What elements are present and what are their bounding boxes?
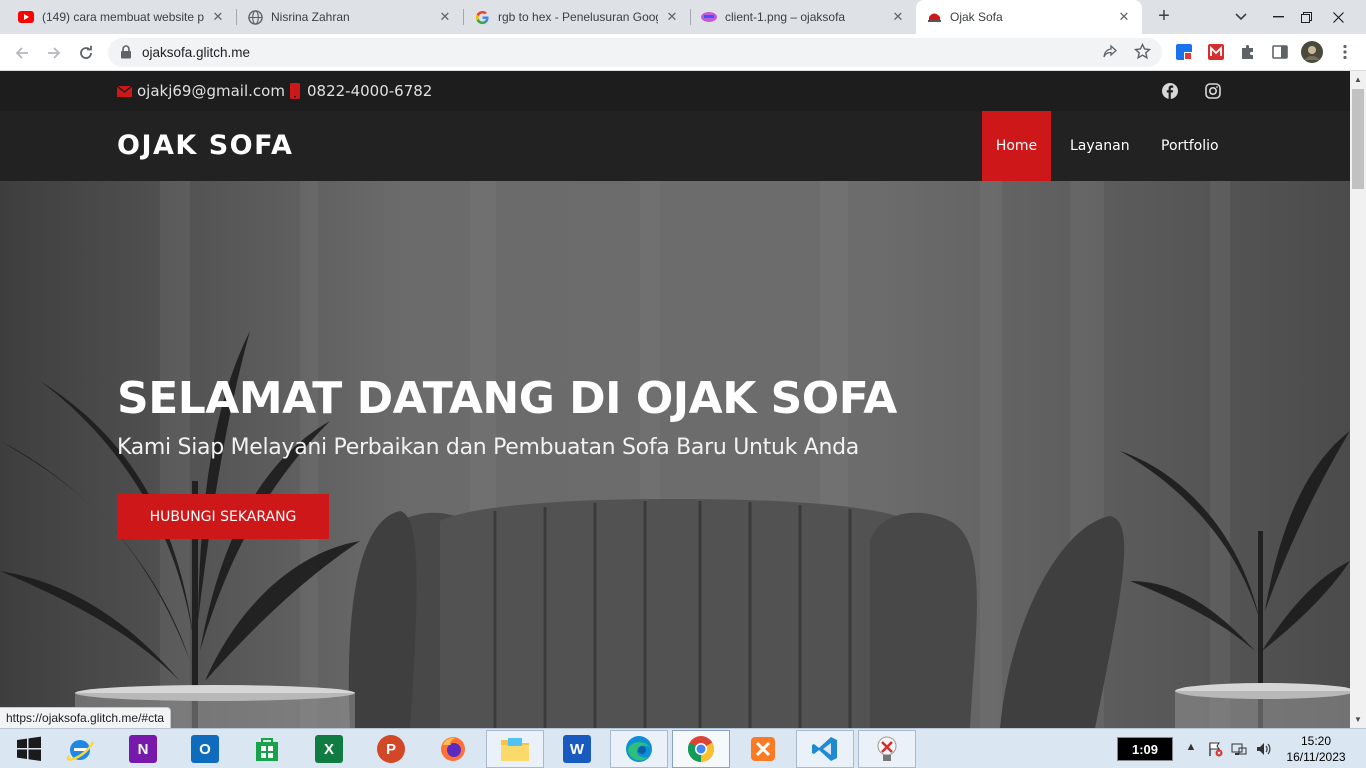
tab-strip: (149) cara membuat website p ✕ Nisrina Z… bbox=[0, 0, 1366, 34]
hero-section: SELAMAT DATANG DI OJAK SOFA Kami Siap Me… bbox=[0, 181, 1350, 728]
tab-title: Ojak Sofa bbox=[950, 10, 1003, 24]
network-icon[interactable] bbox=[1231, 741, 1247, 757]
profile-avatar[interactable] bbox=[1301, 41, 1323, 63]
volume-icon[interactable] bbox=[1255, 741, 1271, 757]
address-bar[interactable]: ojaksofa.glitch.me bbox=[108, 38, 1162, 67]
google-icon bbox=[474, 9, 490, 25]
new-tab-button[interactable]: + bbox=[1152, 5, 1176, 29]
share-icon[interactable] bbox=[1102, 44, 1118, 65]
scroll-down-arrow-icon[interactable]: ▼ bbox=[1354, 715, 1362, 724]
nav-portfolio[interactable]: Portfolio bbox=[1147, 111, 1233, 181]
nav-home-label: Home bbox=[995, 138, 1038, 154]
extension-blue-icon[interactable] bbox=[1175, 43, 1193, 61]
close-tab-icon[interactable]: ✕ bbox=[210, 9, 226, 25]
tab-youtube[interactable]: (149) cara membuat website p ✕ bbox=[8, 0, 236, 34]
bookmark-star-icon[interactable] bbox=[1133, 42, 1152, 65]
scrollbar-thumb[interactable] bbox=[1352, 89, 1364, 189]
edge-icon[interactable] bbox=[610, 730, 668, 768]
hero-title: SELAMAT DATANG DI OJAK SOFA bbox=[117, 373, 897, 424]
phone-icon bbox=[290, 83, 300, 99]
flag-alert-icon[interactable] bbox=[1207, 741, 1223, 757]
excel-icon[interactable]: X bbox=[300, 730, 358, 768]
email-text: ojakj69@gmail.com bbox=[137, 82, 285, 100]
youtube-icon bbox=[18, 9, 34, 25]
contact-topbar: ojakj69@gmail.com 0822-4000-6782 bbox=[0, 71, 1350, 111]
tab-google-search[interactable]: rgb to hex - Penelusuran Goog ✕ bbox=[464, 0, 690, 34]
firefox-icon[interactable] bbox=[424, 730, 482, 768]
reload-button[interactable] bbox=[73, 40, 99, 66]
tab-title: client-1.png – ojaksofa bbox=[725, 10, 846, 24]
clock-time: 15:20 bbox=[1300, 734, 1332, 748]
snipping-tool-icon[interactable] bbox=[858, 730, 916, 768]
side-panel-icon[interactable] bbox=[1271, 43, 1289, 61]
store-icon[interactable] bbox=[238, 730, 296, 768]
sofa-favicon-icon bbox=[926, 9, 942, 25]
chrome-menu-icon[interactable] bbox=[1336, 43, 1354, 61]
site-header: OJAK SOFA Home Layanan Portfolio bbox=[0, 111, 1350, 181]
nav-home[interactable]: Home bbox=[982, 111, 1051, 181]
powerpoint-icon[interactable]: P bbox=[362, 730, 420, 768]
browser-toolbar: ojaksofa.glitch.me bbox=[0, 34, 1366, 71]
nav-layanan-label: Layanan bbox=[1070, 138, 1130, 154]
glitch-icon bbox=[701, 9, 717, 25]
internet-explorer-icon[interactable] bbox=[51, 730, 109, 768]
xampp-icon[interactable] bbox=[734, 730, 792, 768]
page-scrollbar[interactable]: ▲ ▼ bbox=[1350, 71, 1366, 728]
envelope-icon bbox=[117, 85, 132, 97]
scroll-up-arrow-icon[interactable]: ▲ bbox=[1354, 75, 1362, 84]
link-status-bubble: https://ojaksofa.glitch.me/#cta bbox=[0, 707, 172, 728]
nav-layanan[interactable]: Layanan bbox=[1056, 111, 1144, 181]
clock-date: 16/11/2023 bbox=[1286, 750, 1346, 764]
show-hidden-icons-chevron-icon[interactable]: ▲ bbox=[1183, 741, 1199, 757]
instagram-icon[interactable] bbox=[1205, 83, 1221, 99]
vscode-icon[interactable] bbox=[796, 730, 854, 768]
close-tab-icon[interactable]: ✕ bbox=[890, 9, 906, 25]
phone-text: 0822-4000-6782 bbox=[307, 82, 433, 100]
timer-widget[interactable]: 1:09 bbox=[1117, 737, 1173, 761]
lock-icon[interactable] bbox=[120, 45, 132, 64]
extensions-puzzle-icon[interactable] bbox=[1239, 43, 1257, 61]
facebook-icon[interactable] bbox=[1162, 83, 1178, 99]
outlook-icon[interactable]: O bbox=[176, 730, 234, 768]
back-button[interactable] bbox=[9, 40, 35, 66]
tab-search-chevron-icon[interactable] bbox=[1221, 0, 1261, 34]
tab-title: (149) cara membuat website p bbox=[42, 10, 204, 24]
close-tab-icon[interactable]: ✕ bbox=[1116, 9, 1132, 25]
system-clock[interactable]: 15:20 16/11/2023 bbox=[1278, 733, 1354, 765]
cta-label: HUBUNGI SEKARANG bbox=[149, 508, 297, 525]
forward-button[interactable] bbox=[41, 40, 67, 66]
url-text: ojaksofa.glitch.me bbox=[142, 45, 251, 60]
chrome-icon[interactable] bbox=[672, 730, 730, 768]
nav-portfolio-label: Portfolio bbox=[1161, 138, 1219, 154]
tab-glitch[interactable]: client-1.png – ojaksofa ✕ bbox=[691, 0, 916, 34]
start-icon[interactable] bbox=[0, 730, 58, 768]
tab-title: Nisrina Zahran bbox=[271, 10, 350, 24]
tab-nisrina[interactable]: Nisrina Zahran ✕ bbox=[237, 0, 463, 34]
onenote-icon[interactable]: N bbox=[114, 730, 172, 768]
file-explorer-icon[interactable] bbox=[486, 730, 544, 768]
tab-title: rgb to hex - Penelusuran Goog bbox=[498, 10, 658, 24]
page-viewport: ojakj69@gmail.com 0822-4000-6782 OJAK SO… bbox=[0, 71, 1350, 728]
word-icon[interactable]: W bbox=[548, 730, 606, 768]
email-link[interactable]: ojakj69@gmail.com bbox=[117, 82, 285, 100]
globe-icon bbox=[247, 9, 263, 25]
windows-taskbar: N O X P W 1:09 ▲ 15:20 16/11/2023 bbox=[0, 728, 1366, 768]
close-window-button[interactable] bbox=[1318, 0, 1358, 34]
site-logo[interactable]: OJAK SOFA bbox=[117, 130, 293, 161]
cta-button[interactable]: HUBUNGI SEKARANG bbox=[117, 494, 329, 539]
close-tab-icon[interactable]: ✕ bbox=[437, 9, 453, 25]
hero-subtitle: Kami Siap Melayani Perbaikan dan Pembuat… bbox=[117, 435, 859, 460]
phone-link[interactable]: 0822-4000-6782 bbox=[290, 82, 432, 100]
extension-red-icon[interactable] bbox=[1207, 43, 1225, 61]
tab-ojak-sofa[interactable]: Ojak Sofa ✕ bbox=[916, 0, 1142, 34]
close-tab-icon[interactable]: ✕ bbox=[664, 9, 680, 25]
